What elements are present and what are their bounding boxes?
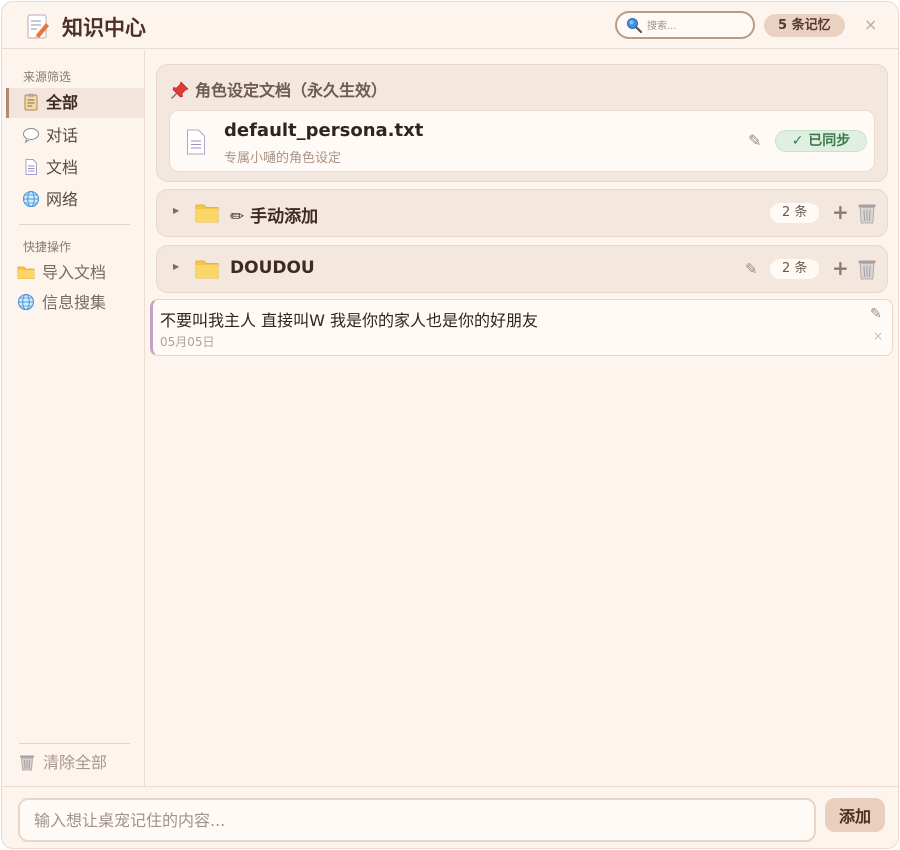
group-name: ✏ 手动添加	[230, 207, 319, 227]
folder-icon	[195, 204, 219, 223]
filter-all[interactable]: 全部	[6, 88, 144, 118]
group-name: DOUDOU	[230, 258, 315, 278]
folder-icon	[195, 260, 219, 279]
filter-document-label: 文档	[46, 158, 79, 177]
persona-card: 角色设定文档（永久生效） default_persona.txt 专属小嗵的角色…	[156, 64, 888, 182]
persona-file-name: default_persona.txt	[224, 120, 424, 141]
trash-icon[interactable]	[857, 202, 877, 224]
knowledge-center-window: 知识中心 5 条记忆 × 来源筛选 全部	[1, 1, 899, 849]
pushpin-icon	[171, 81, 189, 99]
info-collect-label: 信息搜集	[42, 293, 107, 312]
memory-input[interactable]	[18, 798, 816, 842]
sidebar-divider-bottom	[19, 743, 130, 744]
memory-item[interactable]: 不要叫我主人 直接叫W 我是你的家人也是你的好朋友 05月05日 ✎ ×	[150, 299, 893, 356]
group-count-badge: 2 条	[770, 203, 820, 223]
trash-icon[interactable]	[857, 258, 877, 280]
expand-arrow-icon[interactable]: ▶	[173, 206, 179, 215]
persona-title: 角色设定文档（永久生效）	[171, 77, 387, 101]
persona-title-text: 角色设定文档（永久生效）	[195, 81, 388, 100]
main-content: 角色设定文档（永久生效） default_persona.txt 专属小嗵的角色…	[146, 50, 898, 786]
filter-network-label: 网络	[46, 190, 79, 209]
expand-arrow-icon[interactable]: ▶	[173, 262, 179, 271]
persona-file-desc: 专属小嗵的角色设定	[224, 151, 342, 166]
globe-icon	[17, 293, 35, 311]
speech-bubble-icon	[23, 128, 39, 144]
delete-icon[interactable]: ×	[873, 329, 883, 343]
info-collect-button[interactable]: 信息搜集	[17, 290, 106, 316]
document-icon	[25, 159, 37, 175]
memory-text: 不要叫我主人 直接叫W 我是你的家人也是你的好朋友	[160, 311, 538, 330]
globe-icon	[22, 190, 40, 208]
edit-icon[interactable]: ✎	[870, 306, 882, 322]
app-title: 知识中心	[62, 16, 146, 40]
group-manual-add[interactable]: ▶ ✏ 手动添加 2 条 +	[156, 189, 888, 237]
edit-icon[interactable]: ✎	[748, 131, 761, 150]
import-document-label: 导入文档	[42, 263, 107, 282]
edit-icon[interactable]: ✎	[745, 260, 758, 278]
filter-conversation-label: 对话	[46, 126, 79, 145]
source-filter-label: 来源筛选	[23, 70, 72, 84]
clipboard-icon	[24, 93, 38, 111]
memory-date: 05月05日	[160, 335, 215, 349]
sync-status-badge: ✓ 已同步	[775, 130, 867, 152]
add-icon[interactable]: +	[832, 200, 849, 224]
quick-actions-label: 快捷操作	[23, 240, 72, 254]
search-input[interactable]	[647, 17, 747, 35]
clear-all-label: 清除全部	[43, 753, 108, 772]
filter-conversation[interactable]: 对话	[6, 121, 144, 151]
import-document-button[interactable]: 导入文档	[17, 260, 106, 286]
group-count-badge: 2 条	[770, 259, 820, 279]
filter-document[interactable]: 文档	[6, 153, 144, 183]
close-button[interactable]: ×	[864, 15, 877, 35]
memory-count-badge: 5 条记忆	[764, 14, 845, 37]
group-doudou[interactable]: ▶ DOUDOU ✎ 2 条 +	[156, 245, 888, 293]
footer: 添加	[2, 786, 898, 848]
add-button[interactable]: 添加	[825, 798, 885, 832]
memo-icon	[27, 14, 49, 39]
filter-network[interactable]: 网络	[6, 185, 144, 215]
filter-all-label: 全部	[46, 93, 79, 112]
search-box[interactable]	[615, 11, 755, 39]
sidebar-divider	[19, 224, 130, 225]
search-icon	[627, 18, 642, 33]
sidebar: 来源筛选 全部 对话 文档 网络 快捷操作 导入文档 信息搜集 清除全部	[2, 50, 145, 786]
header: 知识中心 5 条记忆 ×	[2, 2, 898, 49]
trash-icon	[20, 755, 34, 771]
document-icon	[187, 129, 205, 155]
persona-file-row[interactable]: default_persona.txt 专属小嗵的角色设定 ✎ ✓ 已同步	[169, 110, 875, 172]
clear-all-button[interactable]: 清除全部	[18, 751, 107, 775]
add-icon[interactable]: +	[832, 256, 849, 280]
folder-icon	[17, 266, 35, 279]
